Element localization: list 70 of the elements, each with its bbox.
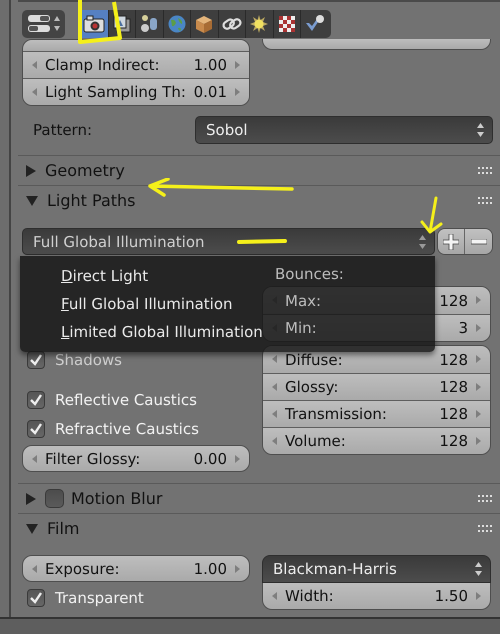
filter-dropdown[interactable]: Blackman-Harris (262, 555, 491, 583)
increment-arrow-icon[interactable] (235, 455, 240, 463)
checkbox[interactable] (27, 351, 45, 369)
grip-icon (478, 495, 493, 503)
grip-icon (478, 167, 493, 175)
number-field[interactable]: Glossy: 128 (263, 373, 490, 400)
editor-type-icon (26, 13, 62, 35)
checkbox[interactable] (27, 391, 45, 409)
pattern-dropdown[interactable]: Sobol (195, 116, 493, 144)
sun-icon (248, 14, 270, 34)
minus-icon (470, 238, 486, 244)
decrement-arrow-icon[interactable] (32, 565, 37, 573)
annotation-arrow (420, 196, 444, 236)
decrement-arrow-icon[interactable] (272, 383, 277, 391)
decrement-arrow-icon[interactable] (32, 88, 37, 96)
number-field[interactable]: Width: 1.50 (262, 583, 491, 610)
plus-icon (443, 234, 459, 250)
image-stack-icon (110, 14, 133, 34)
menu-item[interactable]: Limited Global Illumination (61, 318, 263, 346)
checkbox[interactable] (27, 589, 45, 607)
number-field[interactable]: Clamp Indirect: 1.00 (23, 51, 249, 78)
increment-arrow-icon[interactable] (476, 592, 481, 600)
increment-arrow-icon[interactable] (476, 324, 481, 332)
menu-item[interactable]: Full Global Illumination (61, 290, 233, 318)
camera-icon (83, 14, 106, 34)
grip-icon (478, 197, 493, 205)
bounces-label: Bounces: (274, 264, 345, 285)
number-field[interactable]: Volume: 128 (263, 427, 490, 454)
add-preset-button[interactable] (438, 229, 465, 254)
increment-arrow-icon[interactable] (476, 410, 481, 418)
pattern-label: Pattern: (32, 121, 94, 139)
up-down-arrows-icon (476, 122, 485, 138)
increment-arrow-icon[interactable] (235, 61, 240, 69)
checkbox[interactable] (45, 489, 64, 508)
decrement-arrow-icon[interactable] (272, 410, 277, 418)
checkbox[interactable] (27, 420, 45, 438)
menu-item[interactable]: Direct Light (61, 262, 148, 290)
preset-dropdown[interactable]: Full Global Illumination (22, 228, 435, 255)
panel-header[interactable]: Light Paths (18, 185, 500, 215)
decrement-arrow-icon[interactable] (272, 592, 277, 600)
remove-preset-button[interactable] (465, 229, 492, 254)
increment-arrow-icon[interactable] (476, 355, 481, 363)
checkbox-label: Reflective Caustics (55, 391, 197, 409)
annotation-underline (236, 238, 288, 246)
decrement-arrow-icon[interactable] (32, 455, 37, 463)
decrement-arrow-icon[interactable] (272, 437, 277, 445)
panel-header[interactable]: Motion Blur (18, 483, 500, 513)
checkbox-label: Refractive Caustics (55, 420, 199, 438)
panel-header[interactable]: Film (18, 513, 500, 543)
increment-arrow-icon[interactable] (235, 565, 240, 573)
editor-type-button[interactable] (22, 10, 65, 38)
decrement-arrow-icon[interactable] (32, 61, 37, 69)
number-field[interactable]: Exposure: 1.00 (22, 555, 250, 582)
number-field[interactable] (23, 40, 249, 51)
up-down-arrows-icon (418, 234, 427, 250)
checkbox-label: Transparent (55, 589, 144, 607)
checkbox-label: Shadows (55, 351, 122, 369)
number-field[interactable]: Filter Glossy: 0.00 (22, 445, 250, 472)
panel-header[interactable]: Geometry (18, 155, 500, 185)
increment-arrow-icon[interactable] (476, 437, 481, 445)
number-field[interactable] (262, 39, 491, 50)
increment-arrow-icon[interactable] (476, 296, 481, 304)
number-field[interactable]: Transmission: 128 (263, 400, 490, 427)
number-field[interactable]: Light Sampling Th: 0.01 (23, 78, 249, 105)
globe-icon (166, 14, 188, 34)
grip-icon (478, 525, 493, 533)
up-down-arrows-icon (474, 561, 483, 577)
increment-arrow-icon[interactable] (235, 88, 240, 96)
properties-tab[interactable] (81, 10, 108, 38)
increment-arrow-icon[interactable] (476, 383, 481, 391)
